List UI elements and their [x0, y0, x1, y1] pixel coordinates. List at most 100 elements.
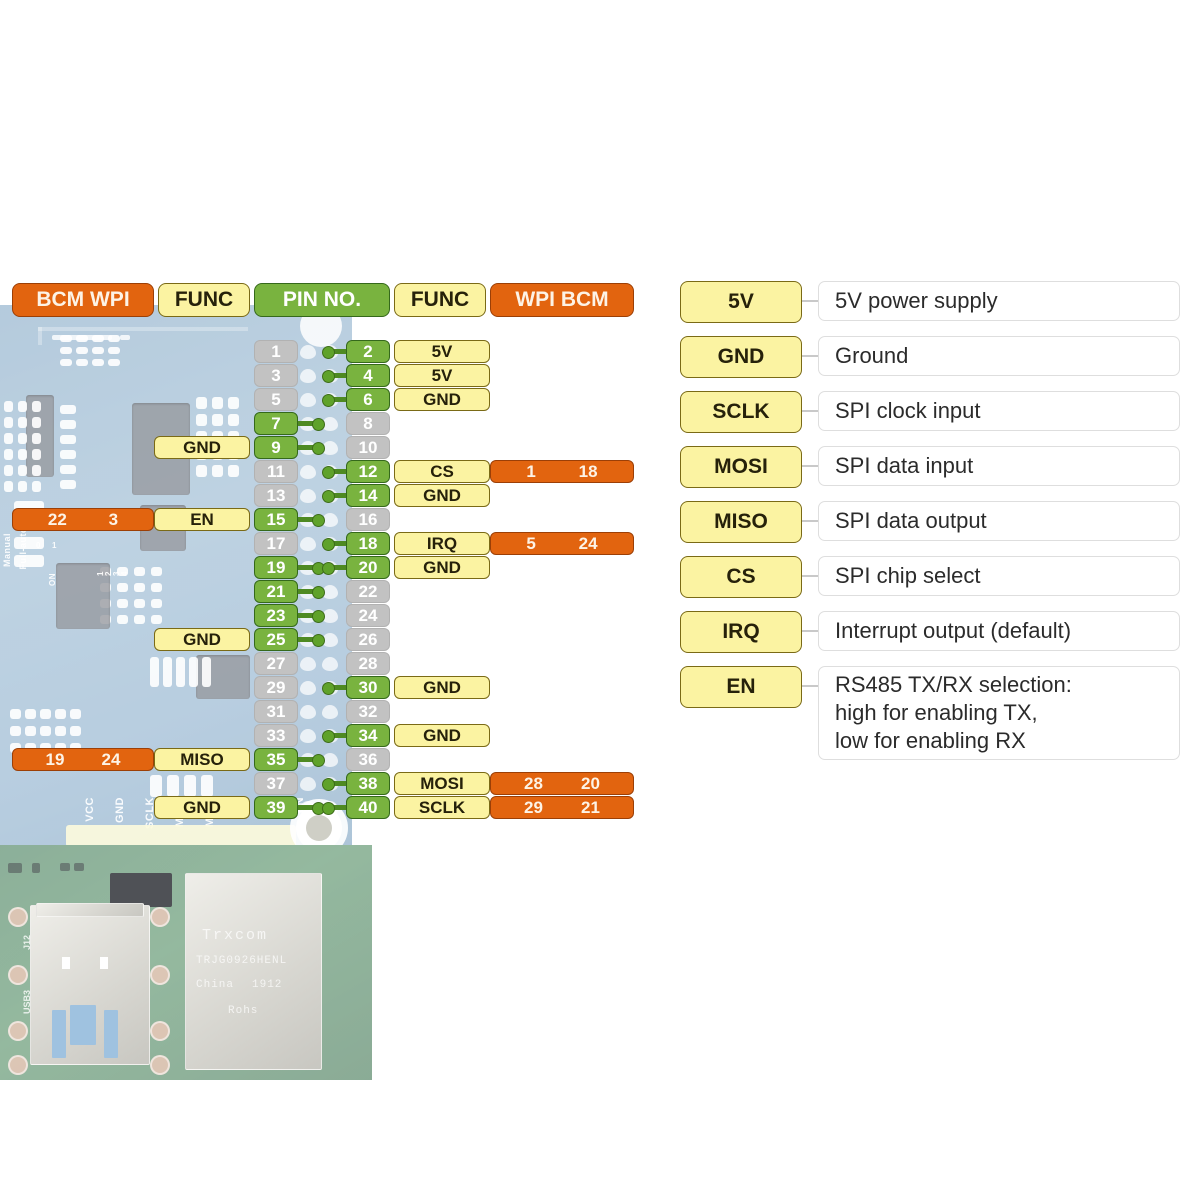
legend-panel: 5V 5V power supply GND Ground SCLK SPI clock … [680, 281, 1180, 773]
legend-description-irq: Interrupt output (default) [818, 611, 1180, 651]
pin-number-36: 36 [346, 748, 390, 771]
func-label-left-15: EN [154, 508, 250, 531]
header-socket [300, 465, 316, 479]
func-label-left-35: MISO [154, 748, 250, 771]
legend-description-en: RS485 TX/RX selection: high for enabling… [818, 666, 1180, 761]
pin-number-7: 7 [254, 412, 298, 435]
pin-number-23: 23 [254, 604, 298, 627]
bcm-value: 20 [581, 773, 600, 793]
pin-connector-knob [322, 730, 335, 743]
pin-connector-knob [322, 682, 335, 695]
pcb-smd [32, 863, 40, 873]
func-label-right-40: SCLK [394, 796, 490, 819]
header-socket [300, 537, 316, 551]
pin-number-5: 5 [254, 388, 298, 411]
usb3-shell-top [36, 903, 144, 917]
pin-number-19: 19 [254, 556, 298, 579]
breakout-header-strip [66, 825, 296, 847]
legend-tag-sclk: SCLK [680, 391, 802, 433]
legend-tag-mosi: MOSI [680, 446, 802, 488]
wpi-bcm-tag-right-12: 1 18 [490, 460, 634, 483]
pin-number-34: 34 [346, 724, 390, 747]
pcb-via [150, 965, 170, 985]
legend-tag-gnd: GND [680, 336, 802, 378]
legend-connector-line [802, 611, 818, 651]
legend-tag-en: EN [680, 666, 802, 708]
ethernet-module [185, 873, 322, 1070]
bcm-value: 24 [578, 533, 598, 553]
header-socket [300, 705, 316, 719]
pin-connector-knob [322, 490, 335, 503]
pin-table: 1 2 5V 3 4 5V 5 6 GND 7 8 9 10 GND 11 12 CS 1 18 13 14 GND 15 1… [0, 0, 660, 819]
pin-number-16: 16 [346, 508, 390, 531]
legend-row-5v: 5V 5V power supply [680, 281, 1180, 323]
legend-connector-line [802, 556, 818, 596]
pcb-smd [8, 863, 22, 873]
pin-number-4: 4 [346, 364, 390, 387]
func-label-right-4: 5V [394, 364, 490, 387]
legend-tag-miso: MISO [680, 501, 802, 543]
legend-tag-cs: CS [680, 556, 802, 598]
pcb-via [150, 1055, 170, 1075]
pin-connector-knob [322, 562, 335, 575]
usb3-dimple [100, 957, 108, 969]
wpi-value: 5 [526, 533, 536, 553]
pin-connector-knob [312, 418, 325, 431]
wpi-value: 29 [524, 797, 543, 817]
usb3-tongue [70, 1005, 96, 1045]
pcb-via [8, 1021, 28, 1041]
pin-number-21: 21 [254, 580, 298, 603]
wpi-value: 3 [108, 509, 119, 529]
pcb-smd [60, 863, 70, 871]
pin-number-24: 24 [346, 604, 390, 627]
pin-number-3: 3 [254, 364, 298, 387]
legend-row-irq: IRQ Interrupt output (default) [680, 611, 1180, 653]
pin-number-27: 27 [254, 652, 298, 675]
pin-number-37: 37 [254, 772, 298, 795]
header-socket [300, 729, 316, 743]
bcm-value: 19 [45, 749, 65, 769]
func-label-right-34: GND [394, 724, 490, 747]
ethernet-brand: Trxcom [202, 927, 269, 944]
pin-number-17: 17 [254, 532, 298, 555]
func-label-right-2: 5V [394, 340, 490, 363]
pin-connector-knob [312, 754, 325, 767]
legend-description-mosi: SPI data input [818, 446, 1180, 486]
pin-number-6: 6 [346, 388, 390, 411]
pin-number-12: 12 [346, 460, 390, 483]
pcb-via [150, 1021, 170, 1041]
legend-connector-line [802, 336, 818, 376]
pin-number-33: 33 [254, 724, 298, 747]
header-socket [300, 393, 316, 407]
usb-label: USB3 [22, 990, 32, 1015]
legend-row-cs: CS SPI chip select [680, 556, 1180, 598]
legend-row-mosi: MOSI SPI data input [680, 446, 1180, 488]
wpi-value: 1 [526, 461, 536, 481]
pin-connector-knob [312, 634, 325, 647]
func-label-left-9: GND [154, 436, 250, 459]
pin-number-39: 39 [254, 796, 298, 819]
ethernet-part: TRJG0926HENL [196, 955, 288, 967]
pin-number-2: 2 [346, 340, 390, 363]
legend-description-gnd: Ground [818, 336, 1180, 376]
pin-number-11: 11 [254, 460, 298, 483]
ethernet-origin: China [196, 979, 235, 991]
legend-connector-line [802, 666, 818, 706]
header-socket [300, 681, 316, 695]
legend-description-sclk: SPI clock input [818, 391, 1180, 431]
wpi-bcm-tag-right-38: 28 20 [490, 772, 634, 795]
ethernet-rohs-mark: Rohs [228, 1005, 259, 1017]
pcb-via [8, 907, 28, 927]
pin-number-22: 22 [346, 580, 390, 603]
legend-row-sclk: SCLK SPI clock input [680, 391, 1180, 433]
header-socket [300, 777, 316, 791]
func-label-left-39: GND [154, 796, 250, 819]
legend-connector-line [802, 501, 818, 541]
legend-tag-irq: IRQ [680, 611, 802, 653]
legend-connector-line [802, 446, 818, 486]
pin-number-28: 28 [346, 652, 390, 675]
legend-connector-line [802, 391, 818, 431]
pin-connector-knob [322, 346, 335, 359]
pin-connector-knob [322, 778, 335, 791]
pcb-via [8, 1055, 28, 1075]
